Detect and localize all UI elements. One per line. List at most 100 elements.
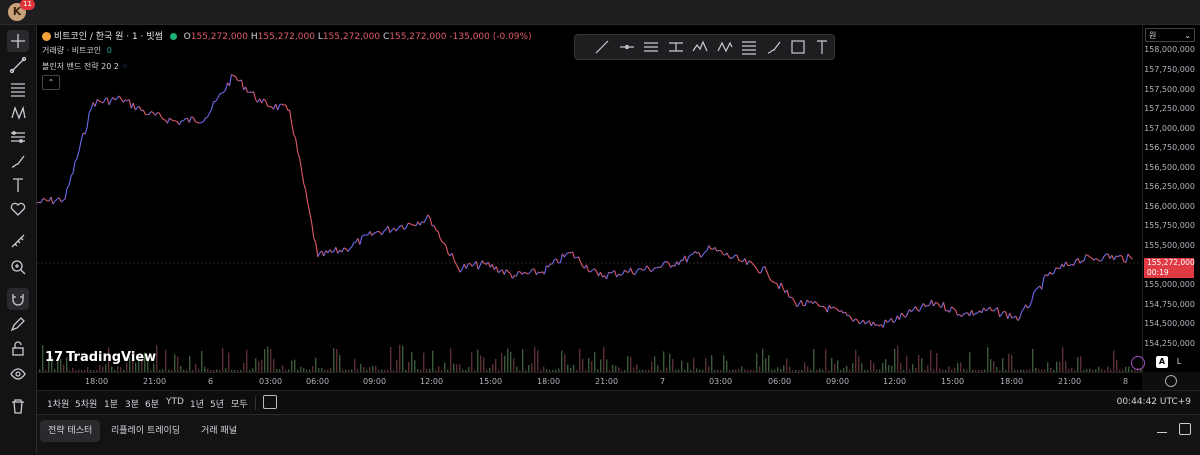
price-segment [452,253,454,259]
forecast-tool[interactable] [7,126,29,148]
auto-scale-button[interactable]: A [1156,356,1168,368]
channel-draw-button[interactable] [642,38,660,56]
price-axis[interactable]: 158,000,000 157,750,000 157,500,000 157,… [1142,25,1200,372]
fib-tool[interactable] [7,78,29,100]
indicator-settings-icon[interactable]: ⁘ [122,62,129,71]
tab-replay-trading[interactable]: 리플레이 트레이딩 [103,420,188,442]
lock-tool[interactable] [7,338,29,360]
price-point [65,198,66,199]
magnet-tool[interactable] [7,288,29,310]
elliott-draw-button[interactable] [691,38,709,56]
range-1y-button[interactable]: 1년 [190,397,204,410]
price-segment [248,92,250,93]
range-6m-button[interactable]: 6분 [145,397,159,410]
pattern-tool[interactable] [7,102,29,124]
visibility-tool[interactable] [7,363,29,385]
price-segment [871,322,873,326]
price-segment [833,307,835,308]
range-5y-button[interactable]: 5년 [210,397,224,410]
tab-strategy-tester[interactable]: 전략 테스터 [40,420,100,442]
date-range-icon[interactable] [263,395,277,409]
volume-bar [510,352,511,372]
drawing-mode-tool[interactable] [7,313,29,335]
delete-tool[interactable] [7,395,29,417]
volume-legend[interactable]: 거래량 · 비트코인 0 [42,45,112,56]
tv-indicator-icon[interactable] [1131,356,1145,370]
volume-bar [654,356,655,372]
price-segment [1006,312,1008,319]
price-segment [1048,272,1050,276]
range-ytd-button[interactable]: YTD [166,397,184,407]
price-segment [753,264,755,266]
volume-bar [957,363,958,372]
price-segment [442,242,444,243]
brush-draw-button[interactable] [765,38,783,56]
maximize-panel-icon[interactable] [1179,423,1191,435]
abcd-draw-button[interactable] [716,38,734,56]
volume-bar [504,356,505,372]
time-axis-settings-icon[interactable] [1165,375,1177,387]
price-segment [1030,301,1032,306]
brush-tool[interactable] [7,150,29,172]
volume-bar [1113,351,1114,372]
range-5d-button[interactable]: 5차원 [75,397,97,410]
price-segment [246,87,248,93]
ruler-tool[interactable] [7,230,29,252]
currency-unit-select[interactable]: 원 ⌄ [1145,28,1195,42]
price-segment [1000,314,1002,317]
tradingview-watermark: 17TradingView [45,350,156,365]
current-price: 155,272,000 [1147,258,1194,268]
current-price-badge: 155,272,000 00:19 [1144,258,1194,278]
price-chart[interactable] [37,25,1142,372]
price-point [963,314,964,315]
volume-bar [507,349,508,372]
price-segment [745,258,747,264]
price-segment [282,104,284,105]
price-segment [970,310,972,316]
volume-bar [492,364,493,372]
price-segment [1112,255,1114,260]
range-1d-button[interactable]: 1차원 [47,397,69,410]
volume-label: 거래량 · 비트코인 [42,46,101,55]
price-segment [859,322,861,323]
chevron-up-icon: ⌃ [48,78,55,87]
range-draw-button[interactable] [667,38,685,56]
magnet-icon [9,290,27,308]
text-tool[interactable] [7,174,29,196]
rectangle-draw-button[interactable] [789,38,807,56]
text-draw-button[interactable] [813,38,831,56]
price-point [514,275,515,276]
volume-bar [669,354,670,372]
timezone-clock[interactable]: 00:44:42 UTC+9 [1117,397,1191,407]
price-segment [159,113,161,117]
symbol-title[interactable]: 비트코인 / 한국 원 · 1 · 빗썸 [54,32,163,42]
favorites-tool[interactable] [7,198,29,220]
volume-bar [471,352,472,372]
hline-draw-button[interactable] [618,38,636,56]
price-segment [139,106,141,110]
time-axis[interactable]: 18:00 21:00 6 03:00 06:00 09:00 12:00 15… [37,372,1142,391]
range-1m-button[interactable]: 1분 [104,397,118,410]
tab-trading-panel[interactable]: 거래 패널 [193,420,245,442]
price-segment [370,231,372,235]
range-all-button[interactable]: 모두 [231,397,248,410]
line-draw-button[interactable] [593,38,611,56]
notification-badge[interactable]: 11 [20,0,35,10]
volume-bar [243,363,244,372]
zoom-tool[interactable] [7,256,29,278]
chart-pane[interactable] [37,25,1142,372]
price-segment [41,198,43,202]
trendline-tool[interactable] [7,54,29,76]
minimize-panel-icon[interactable] [1157,432,1167,433]
crosshair-tool[interactable] [7,30,29,52]
price-segment [1086,255,1088,256]
range-3m-button[interactable]: 3분 [125,397,139,410]
price-segment [1024,305,1026,309]
price-segment [220,93,222,95]
price-segment [504,270,506,275]
indicator-legend[interactable]: 볼린저 밴드 전략 20 2 ⁘ [42,61,128,72]
lines-draw-button[interactable] [740,38,758,56]
log-scale-button[interactable]: L [1173,356,1185,368]
collapse-legend-button[interactable]: ⌃ [42,75,60,90]
price-point [430,218,431,219]
